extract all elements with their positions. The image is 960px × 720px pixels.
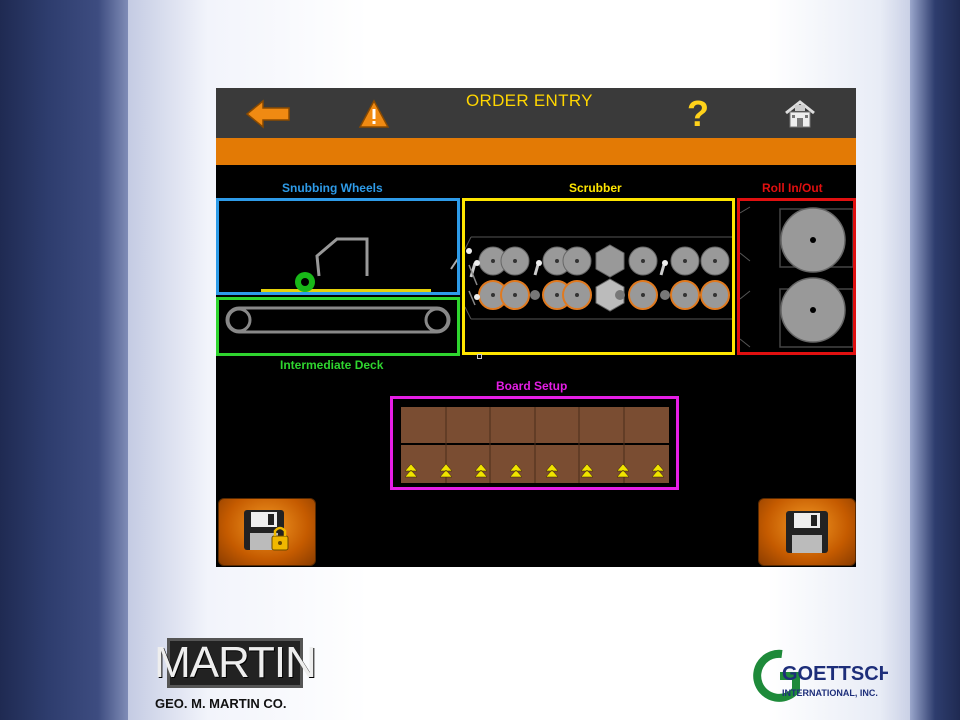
roll-in-out-panel[interactable]: [737, 198, 856, 355]
hmi-screen: ORDER ENTRY ? Snubbing Wheels Scrubber R…: [216, 88, 856, 567]
goettsch-logo-subtext: INTERNATIONAL, INC.: [782, 688, 878, 698]
home-icon: [785, 100, 815, 128]
scrubber-rollers-diagram: [464, 236, 762, 320]
intermediate-deck-conveyor: [225, 306, 451, 334]
company-name: GEO. M. MARTIN CO.: [155, 696, 287, 711]
board-setup-diagram: [401, 407, 669, 483]
back-arrow-icon: [245, 99, 290, 129]
home-button[interactable]: [782, 94, 818, 134]
save-button[interactable]: [758, 498, 856, 566]
scrubber-panel[interactable]: [462, 198, 762, 355]
help-button[interactable]: ?: [682, 94, 714, 134]
screen-title: ORDER ENTRY: [466, 91, 593, 110]
orange-status-bar: [216, 138, 856, 165]
back-button[interactable]: [244, 94, 292, 134]
martin-logo-text: MARTIN: [154, 638, 317, 687]
snubbing-wheels-panel[interactable]: [216, 198, 460, 295]
background-left-edge: [0, 0, 140, 720]
small-marker: [477, 354, 482, 359]
roll-in-out-diagram: [739, 206, 854, 348]
warning-icon: [358, 99, 390, 128]
goettsch-logo-graphic: GOETTSCH INTERNATIONAL, INC.: [753, 649, 893, 702]
label-scrubber: Scrubber: [569, 181, 622, 195]
save-locked-button[interactable]: [218, 498, 316, 566]
label-roll-in-out: Roll In/Out: [762, 181, 823, 195]
snubbing-wheels-diagram: [261, 237, 460, 292]
label-snubbing-wheels: Snubbing Wheels: [282, 181, 383, 195]
goettsch-logo-text: GOETTSCH: [782, 663, 888, 685]
warning-button[interactable]: [356, 94, 392, 134]
background-right-edge: [910, 0, 960, 720]
board-setup-panel[interactable]: [390, 396, 679, 490]
label-board-setup: Board Setup: [496, 379, 568, 393]
goettsch-logo: GOETTSCH INTERNATIONAL, INC.: [752, 646, 893, 706]
martin-logo: MARTIN: [154, 638, 317, 688]
help-icon: ?: [687, 93, 709, 134]
intermediate-deck-panel[interactable]: [216, 297, 460, 356]
save-locked-icon: [244, 510, 289, 551]
label-intermediate-deck: Intermediate Deck: [280, 358, 384, 372]
save-icon: [786, 511, 828, 553]
